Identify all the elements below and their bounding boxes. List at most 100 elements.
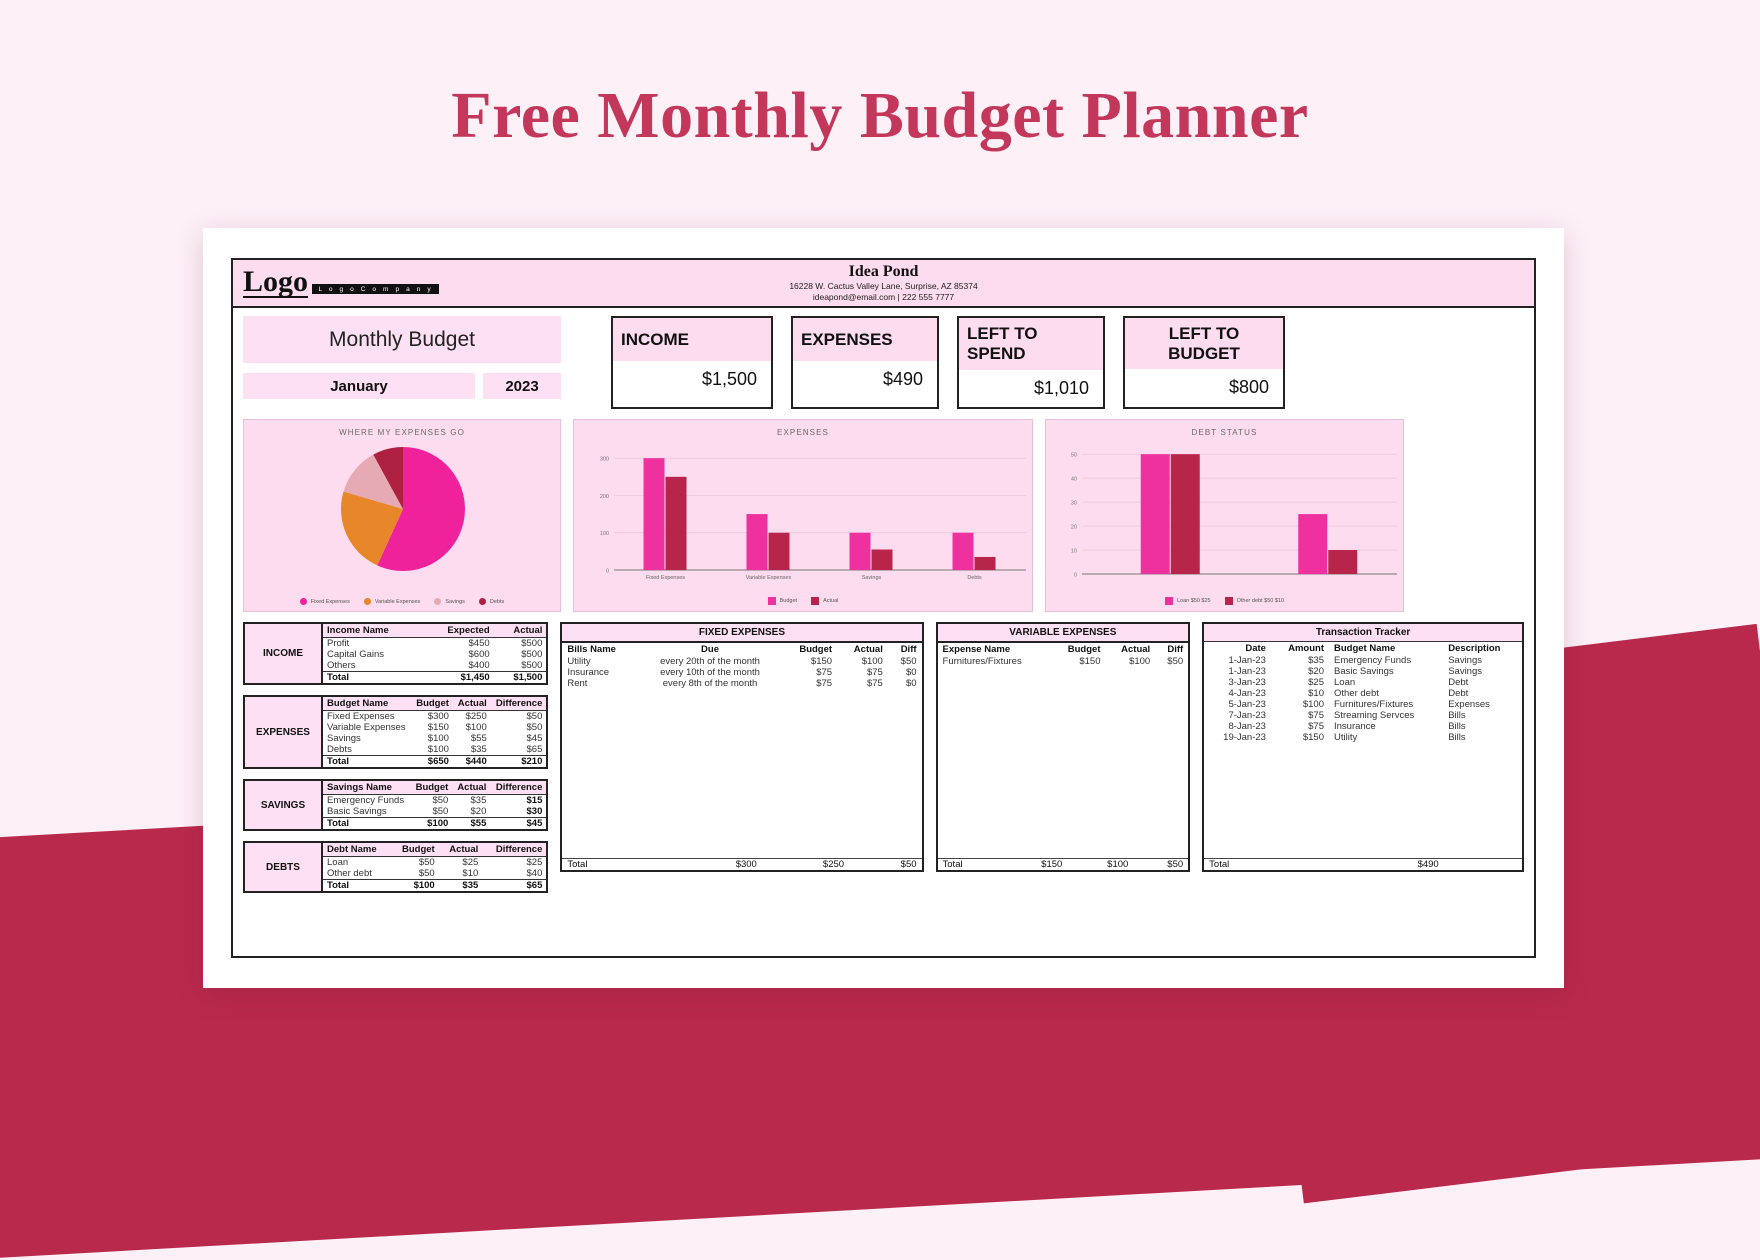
kpi-income-value: $1,500 [701,369,757,389]
table-cell: 3-Jan-23 [1228,677,1266,688]
table-cell: $75 [866,678,883,689]
table-cell [1444,859,1483,870]
table-cell: $50 [526,711,543,722]
table-cell: 1-Jan-23 [1228,655,1266,666]
expenses-chart-title: EXPENSES [777,428,829,437]
column-header: Actual [452,781,491,795]
debts-table-label: DEBTS [245,843,323,891]
legend-item: Variable Expenses [363,598,420,605]
table-total-row: Total $100 $35 $65 [323,879,547,891]
table-cell: Streaming Servces [1334,710,1415,721]
savings-table-label: SAVINGS [245,781,323,829]
panel-total-row: Total $490 [1204,859,1522,870]
table-cell: $35 [438,879,483,891]
table-cell: $1,450 [422,671,494,683]
table-cell: Total [323,755,412,767]
column-header: Expected [422,624,494,638]
table-cell: 5-Jan-23 [1228,699,1266,710]
table-cell: $55 [452,817,491,829]
table-cell: $100 [465,722,487,733]
table-total-row: Total $1,450 $1,500 [323,671,547,683]
table-cell: $440 [452,755,491,767]
kpi-left-to-budget: LEFT TO BUDGET $800 [1123,316,1285,409]
table-cell: $150 [1079,656,1101,667]
legend-item: Loan $50 $25 [1164,597,1211,605]
table-cell: Furnitures/Fixtures [942,656,1022,667]
table-cell: $45 [490,817,547,829]
year-field[interactable]: 2023 [483,373,561,399]
table-cell: Total [942,859,963,870]
table-cell: $15 [526,795,543,806]
sheet-border: Logo L o g o C o m p a n y Idea Pond 162… [231,258,1536,958]
table-cell: Basic Savings [327,806,387,817]
table-cell: Loan [1334,677,1356,688]
table-cell: $400 [468,660,490,671]
budget-title-column: Monthly Budget January 2023 [243,316,561,399]
transaction-tracker-panel: Transaction Tracker Date Amount Budget Nam… [1202,622,1525,872]
column-header: Difference [482,843,547,857]
table-cell: $25 [1308,677,1324,688]
month-field[interactable]: January [243,373,475,399]
legend-item: Fixed Expenses [299,598,350,605]
column-header: Description [1448,643,1501,654]
column-header: Due [701,644,719,655]
table-cell: Debt [1448,677,1469,688]
table-cell: $0 [905,678,917,689]
table-cell: $50 [418,857,435,868]
table-row: 1-Jan-23 $35 Emergency Funds Savings [1204,655,1522,666]
table-cell: $75 [1308,710,1324,721]
table-cell: Total [323,671,423,683]
column-header: Actual [853,644,883,655]
company-info: Idea Pond 16228 W. Cactus Valley Lane, S… [233,263,1534,304]
table-cell: $500 [521,660,543,671]
table-row: Savings $100 $55 $45 [323,733,546,744]
table-row: Capital Gains $600 $500 [323,649,546,660]
column-header: Budget [410,781,453,795]
table-cell: Savings [327,733,361,744]
table-row: 3-Jan-23 $25 Loan Debt [1204,677,1522,688]
table-cell: $65 [482,879,547,891]
legend-item: Actual [811,597,838,605]
table-cell: $650 [411,755,453,767]
table-cell: $210 [490,755,547,767]
table-cell: $35 [470,744,487,755]
column-header: Actual [452,697,491,711]
table-cell: $50 [1167,859,1184,870]
table-cell: $10 [1308,688,1324,699]
table-row: 7-Jan-23 $75 Streaming Servces Bills [1204,710,1522,721]
table-row: Rent every 8th of the month $75 $75 $0 [562,678,921,689]
table-cell: Emergency Funds [327,795,405,806]
table-cell: 1-Jan-23 [1228,666,1266,677]
table-cell: $10 [462,868,479,879]
table-total-row: Total $650 $440 $210 [323,755,547,767]
debt-chart-title: DEBT STATUS [1191,428,1258,437]
table-cell: Expenses [1448,699,1490,710]
variable-expenses-title: VARIABLE EXPENSES [937,624,1189,643]
budget-title-chip: Monthly Budget [243,316,561,363]
table-cell: 8-Jan-23 [1228,721,1266,732]
column-header: Budget Name [323,697,412,711]
table-cell: $100 [1302,699,1324,710]
table-cell: $25 [526,857,543,868]
table-cell: Savings [1448,666,1483,677]
table-cell: $100 [390,879,439,891]
kpi-left-to-spend: LEFT TO SPEND $1,010 [957,316,1105,409]
company-name: Idea Pond [848,262,919,280]
table-cell: Savings [1448,655,1483,666]
column-header: Debt Name [323,843,391,857]
legend-label: Savings [445,598,465,605]
letterhead: Logo L o g o C o m p a n y Idea Pond 162… [233,260,1534,308]
kpi-expenses-value: $490 [882,369,923,389]
table-cell [1483,859,1522,870]
pie-chart-card: WHERE MY EXPENSES GO Fixed Expenses Varia… [243,419,561,612]
svg-text:300: 300 [600,457,609,463]
svg-text:Debts: Debts [967,575,982,581]
table-cell: $100 [1129,656,1151,667]
transaction-tracker-title: Transaction Tracker [1204,624,1523,642]
svg-text:50: 50 [1071,453,1077,459]
pie-chart-title: WHERE MY EXPENSES GO [339,428,465,437]
column-header: Expense Name [942,644,1011,655]
column-header: Actual [493,624,547,638]
legend-swatch [767,597,776,605]
charts-row: WHERE MY EXPENSES GO Fixed Expenses Varia… [233,409,1534,612]
